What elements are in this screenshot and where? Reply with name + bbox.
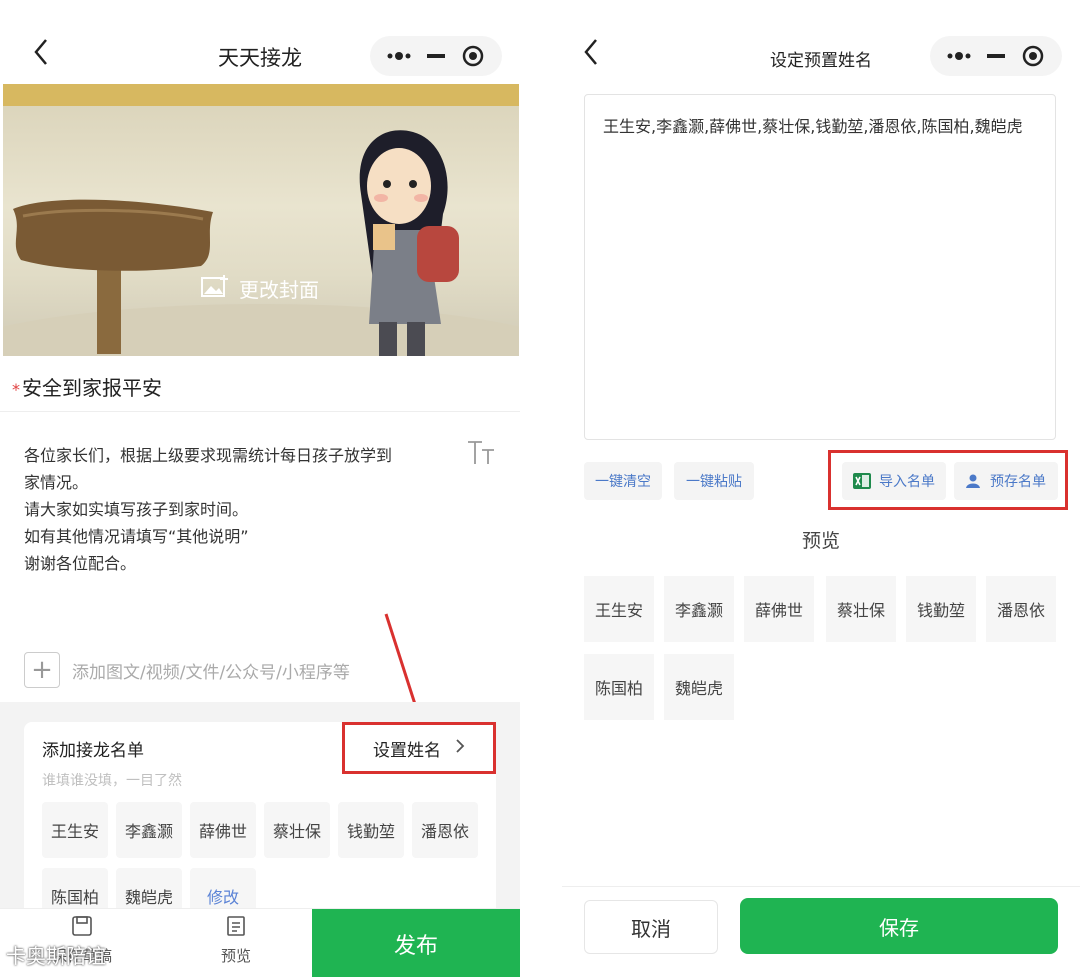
description-line: 谢谢各位配合。 — [24, 554, 137, 573]
paste-button[interactable]: 一键粘贴 — [674, 462, 754, 500]
publish-button[interactable]: 发布 — [312, 909, 520, 977]
more-icon[interactable] — [382, 39, 416, 73]
preview-label: 预览 — [220, 947, 251, 965]
description-line: 各位家长们，根据上级要求现需统计每日孩子放学到 — [24, 446, 393, 465]
name-chip: 潘恩依 — [412, 802, 478, 858]
footer-divider — [562, 886, 1080, 887]
preview-name-chip: 李鑫灏 — [664, 576, 734, 642]
left-phone-screen: 天天接龙 更改封面 * 安全到家报平安 各位家长们，根据上级要求现需统计每日孩子… — [0, 0, 520, 977]
add-media-button[interactable]: + 添加图文/视频/文件/公众号/小程序等 — [24, 652, 350, 688]
set-names-label: 设置姓名 — [373, 740, 441, 761]
minimize-icon[interactable] — [979, 39, 1013, 73]
name-chip: 蔡壮保 — [264, 802, 330, 858]
divider — [0, 411, 520, 412]
plus-icon: + — [24, 652, 60, 688]
preview-heading: 预览 — [801, 530, 840, 552]
required-mark: * — [12, 380, 20, 399]
description-line: 家情况。 — [24, 473, 89, 492]
mini-program-capsule — [370, 36, 502, 76]
minimize-icon[interactable] — [419, 39, 453, 73]
image-edit-icon — [201, 274, 229, 303]
title-text: 安全到家报平安 — [22, 376, 162, 400]
highlight-box-annotation — [828, 450, 1068, 510]
name-chip: 王生安 — [42, 802, 108, 858]
list-subtitle: 谁填谁没填，一目了然 — [42, 773, 182, 789]
watermark: 卡奥斯陪谊 — [6, 944, 106, 968]
preview-icon — [176, 915, 296, 941]
name-chip: 李鑫灏 — [116, 802, 182, 858]
close-target-icon[interactable] — [456, 39, 490, 73]
title-field[interactable]: * 安全到家报平安 — [12, 372, 162, 401]
right-phone-screen: 设定预置姓名 王生安,李鑫灏,薛佛世,蔡壮保,钱勤堃,潘恩依,陈国柏,魏皑虎 一… — [562, 0, 1080, 977]
change-cover-label: 更改封面 — [239, 278, 319, 302]
names-textarea[interactable]: 王生安,李鑫灏,薛佛世,蔡壮保,钱勤堃,潘恩依,陈国柏,魏皑虎 — [584, 94, 1056, 440]
cover-image[interactable]: 更改封面 — [3, 84, 519, 356]
description-field[interactable]: 各位家长们，根据上级要求现需统计每日孩子放学到 家情况。 请大家如实填写孩子到家… — [24, 442, 444, 577]
right-nav-bar: 设定预置姓名 — [562, 0, 1080, 84]
preview-button[interactable]: 预览 — [176, 915, 296, 966]
clear-all-button[interactable]: 一键清空 — [584, 462, 662, 500]
add-media-label: 添加图文/视频/文件/公众号/小程序等 — [72, 662, 350, 683]
description-line: 请大家如实填写孩子到家时间。 — [24, 500, 249, 519]
font-size-icon[interactable] — [466, 440, 498, 472]
description-line: 如有其他情况请填写“其他说明” — [24, 527, 249, 546]
preview-name-chip: 王生安 — [584, 576, 654, 642]
left-nav-bar: 天天接龙 — [0, 0, 520, 84]
close-target-icon[interactable] — [1016, 39, 1050, 73]
name-chip: 钱勤堃 — [338, 802, 404, 858]
set-names-button[interactable]: 设置姓名 — [342, 722, 496, 774]
save-button[interactable]: 保存 — [740, 898, 1058, 954]
mini-program-capsule — [930, 36, 1062, 76]
save-icon — [22, 915, 142, 941]
cancel-button[interactable]: 取消 — [584, 900, 718, 954]
cover-illustration — [3, 130, 519, 356]
name-list-card: 添加接龙名单 谁填谁没填，一目了然 设置姓名 王生安 李鑫灏 薛佛世 蔡壮保 钱… — [24, 722, 496, 924]
preview-name-chip: 魏皑虎 — [664, 654, 734, 720]
name-chip: 薛佛世 — [190, 802, 256, 858]
more-icon[interactable] — [942, 39, 976, 73]
preview-name-chip: 潘恩依 — [986, 576, 1056, 642]
chevron-right-icon — [455, 738, 465, 759]
preview-name-chip: 钱勤堃 — [906, 576, 976, 642]
change-cover-button[interactable]: 更改封面 — [201, 274, 319, 303]
preview-name-chip: 蔡壮保 — [826, 576, 896, 642]
preview-name-chip: 薛佛世 — [744, 576, 814, 642]
preview-name-chip: 陈国柏 — [584, 654, 654, 720]
list-heading: 添加接龙名单 — [42, 741, 144, 761]
